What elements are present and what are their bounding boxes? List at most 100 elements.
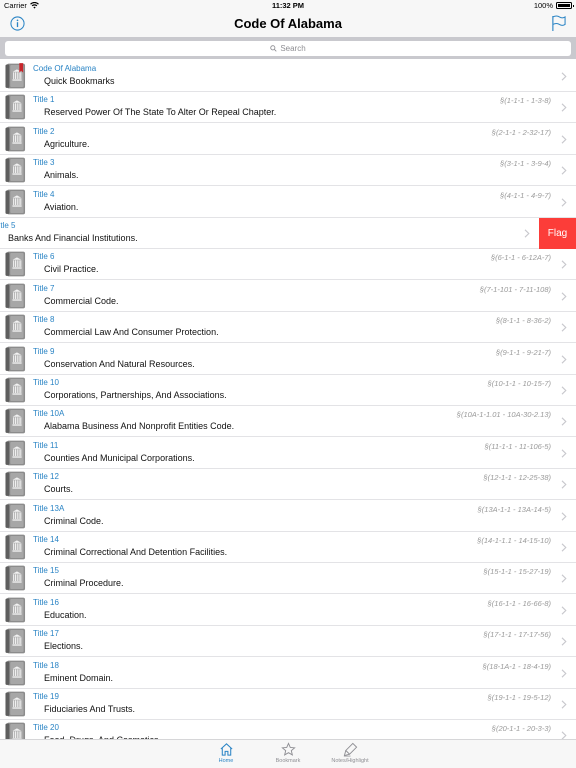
- chevron-right-icon: [561, 417, 567, 426]
- titles-list[interactable]: Code Of Alabama Quick Bookmarks Title 1 Res…: [0, 61, 576, 739]
- table-row[interactable]: Title 10 Corporations, Partnerships, And …: [0, 375, 576, 406]
- chevron-right-icon: [561, 668, 567, 678]
- row-description: Conservation And Natural Resources.: [44, 358, 195, 369]
- row-description: Eminent Domain.: [44, 672, 114, 683]
- tab-bar: Home Bookmark Notes/Highlight: [0, 739, 576, 768]
- status-time: 11:32 PM: [271, 1, 305, 10]
- law-book-icon: [5, 503, 26, 529]
- row-title: Title 15: [33, 566, 59, 576]
- chevron-right-icon: [561, 197, 567, 207]
- row-description: Fiduciaries And Trusts.: [44, 704, 136, 714]
- chevron-right-icon: [561, 574, 567, 583]
- law-book-icon: [5, 471, 26, 497]
- row-title: Title 10: [33, 378, 59, 387]
- row-title: Title 4: [33, 189, 55, 199]
- row-description: Criminal Procedure.: [44, 578, 124, 589]
- chevron-right-icon: [561, 700, 567, 709]
- row-section-range: §(10-1-1 - 10-15-7): [487, 379, 551, 388]
- row-description: Animals.: [44, 170, 79, 181]
- table-row[interactable]: Title 11 Counties And Municipal Corporati…: [0, 437, 576, 469]
- row-section-range: §(10A-1-1.01 - 10A-30-2.13): [456, 410, 551, 420]
- search-icon: [270, 45, 277, 52]
- row-section-range: §(8-1-1 - 8-36-2): [495, 316, 551, 326]
- law-book-icon: [5, 157, 26, 183]
- table-row[interactable]: Title 15 Criminal Procedure. §(15-1-1 - 15…: [0, 563, 576, 595]
- row-description: Civil Practice.: [44, 264, 99, 275]
- row-title: Title 19: [33, 692, 59, 701]
- battery-percent: 100%: [533, 1, 553, 10]
- row-description: Commercial Code.: [44, 295, 119, 306]
- row-title: Title 3: [33, 158, 55, 168]
- row-section-range: §(11-1-1 - 11-106-5): [484, 441, 551, 451]
- table-row[interactable]: Title 17 Elections. §(17-1-1 - 17-17-56): [0, 626, 576, 658]
- row-description: Agriculture.: [44, 138, 90, 149]
- table-row[interactable]: Title 20Food, Drugs, And Cosmetics.§(20-…: [0, 720, 576, 739]
- law-book-icon: [5, 440, 26, 466]
- chevron-right-icon: [524, 229, 530, 238]
- row-title: Title 7: [33, 283, 55, 293]
- row-title: Title 17: [33, 629, 59, 639]
- row-title: Code Of Alabama: [33, 64, 97, 73]
- table-row[interactable]: Title 2 Agriculture. §(2-1-1 - 2-32-17): [0, 123, 576, 155]
- flag-icon[interactable]: [551, 15, 566, 32]
- navigation-bar: Code Of Alabama: [0, 11, 576, 37]
- law-book-icon: [5, 251, 26, 277]
- table-row[interactable]: Title 19 Fiduciaries And Trusts. §(19-1-1 …: [0, 689, 576, 720]
- chevron-right-icon: [561, 606, 567, 615]
- row-description: Criminal Code.: [44, 515, 104, 526]
- chevron-right-icon: [561, 292, 567, 301]
- row-title: Title 10A: [33, 409, 65, 419]
- row-description: Criminal Correctional And Detention Faci…: [44, 547, 228, 557]
- table-row[interactable]: Title 10A Alabama Business And Nonprofit …: [0, 406, 576, 438]
- tab-notes-highlight[interactable]: Notes/Highlight: [320, 742, 380, 764]
- row-title: Title 5: [0, 221, 16, 230]
- chevron-right-icon: [561, 135, 567, 144]
- table-row[interactable]: Title 18 Eminent Domain. §(18-1A-1 - 18-4-…: [0, 657, 576, 689]
- chevron-right-icon: [561, 480, 567, 489]
- row-description: Banks And Financial Institutions.: [8, 233, 138, 243]
- table-row-swiped[interactable]: Title 5 Banks And Financial Institutions.…: [0, 218, 576, 249]
- table-row[interactable]: Title 16 Education. §(16-1-1 - 16-66-8): [0, 594, 576, 626]
- table-row[interactable]: Code Of Alabama Quick Bookmarks: [0, 61, 576, 92]
- row-description: Alabama Business And Nonprofit Entities …: [44, 421, 235, 432]
- row-section-range: §(14-1-1.1 - 14-15-10): [477, 536, 551, 545]
- law-book-icon: [5, 628, 26, 654]
- chevron-right-icon: [561, 637, 567, 646]
- law-book-icon: [5, 565, 26, 591]
- tab-bookmark[interactable]: Bookmark: [258, 742, 318, 764]
- row-section-range: §(18-1A-1 - 18-4-19): [482, 661, 551, 671]
- chevron-right-icon: [561, 543, 567, 552]
- row-description: Aviation.: [44, 201, 79, 212]
- row-description: Reserved Power Of The State To Alter Or …: [44, 107, 277, 118]
- search-input[interactable]: Search: [5, 41, 571, 56]
- law-book-icon: [5, 346, 26, 372]
- table-row[interactable]: Title 12 Courts. §(12-1-1 - 12-25-38): [0, 469, 576, 501]
- chevron-right-icon: [561, 386, 567, 395]
- bookmark-book-icon: [5, 63, 26, 89]
- law-book-icon: [5, 126, 26, 152]
- tab-home[interactable]: Home: [196, 742, 256, 764]
- table-row[interactable]: Title 6 Civil Practice. §(6-1-1 - 6-12A-7): [0, 249, 576, 281]
- law-book-icon: [5, 597, 26, 623]
- chevron-right-icon: [561, 731, 567, 739]
- chevron-right-icon: [561, 72, 567, 81]
- row-section-range: §(9-1-1 - 9-21-7): [495, 347, 551, 357]
- row-title: Title 14: [33, 535, 59, 544]
- page-title: Code Of Alabama: [234, 16, 342, 31]
- flag-action-button[interactable]: Flag: [539, 218, 576, 249]
- law-book-icon: [5, 94, 26, 120]
- table-row[interactable]: Title 1 Reserved Power Of The State To Al…: [0, 92, 576, 124]
- row-title: Title 20: [33, 723, 59, 733]
- table-row[interactable]: Title 14 Criminal Correctional And Detent…: [0, 532, 576, 563]
- chevron-right-icon: [561, 511, 567, 521]
- row-title: Title 9: [33, 346, 55, 356]
- row-section-range: §(13A-1-1 - 13A-14-5): [477, 504, 551, 514]
- table-row[interactable]: Title 13A Criminal Code. §(13A-1-1 - 13A-1…: [0, 500, 576, 532]
- table-row[interactable]: Title 7 Commercial Code. §(7-1-101 - 7-11-…: [0, 280, 576, 312]
- table-row[interactable]: Title 8 Commercial Law And Consumer Prote…: [0, 312, 576, 344]
- law-book-icon: [5, 660, 26, 686]
- table-row[interactable]: Title 4 Aviation. §(4-1-1 - 4-9-7): [0, 186, 576, 218]
- table-row[interactable]: Title 9 Conservation And Natural Resource…: [0, 343, 576, 375]
- table-row[interactable]: Title 3 Animals. §(3-1-1 - 3-9-4): [0, 155, 576, 187]
- highlighter-icon: [343, 742, 357, 757]
